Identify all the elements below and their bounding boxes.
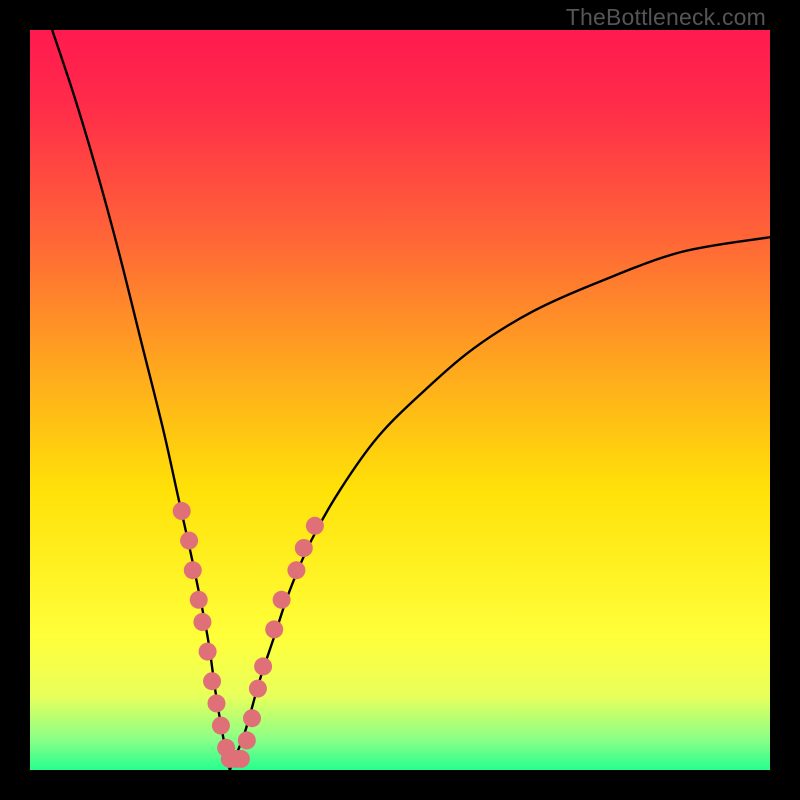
data-dot <box>265 620 283 638</box>
data-dot <box>207 694 225 712</box>
chart-canvas <box>30 30 770 770</box>
data-dot <box>203 672 221 690</box>
data-dot <box>180 532 198 550</box>
gradient-background <box>30 30 770 770</box>
data-dot <box>254 657 272 675</box>
outer-frame: TheBottleneck.com <box>0 0 800 800</box>
data-dot <box>295 539 313 557</box>
plot-area <box>30 30 770 770</box>
data-dot <box>306 517 324 535</box>
data-dot <box>173 502 191 520</box>
data-dot <box>184 561 202 579</box>
data-dot <box>243 709 261 727</box>
data-dot <box>193 613 211 631</box>
data-dot <box>199 643 217 661</box>
data-dot <box>249 680 267 698</box>
data-dot <box>232 750 250 768</box>
data-dot <box>212 717 230 735</box>
data-dot <box>287 561 305 579</box>
data-dot <box>190 591 208 609</box>
data-dot <box>273 591 291 609</box>
data-dot <box>238 731 256 749</box>
watermark-text: TheBottleneck.com <box>566 4 766 31</box>
